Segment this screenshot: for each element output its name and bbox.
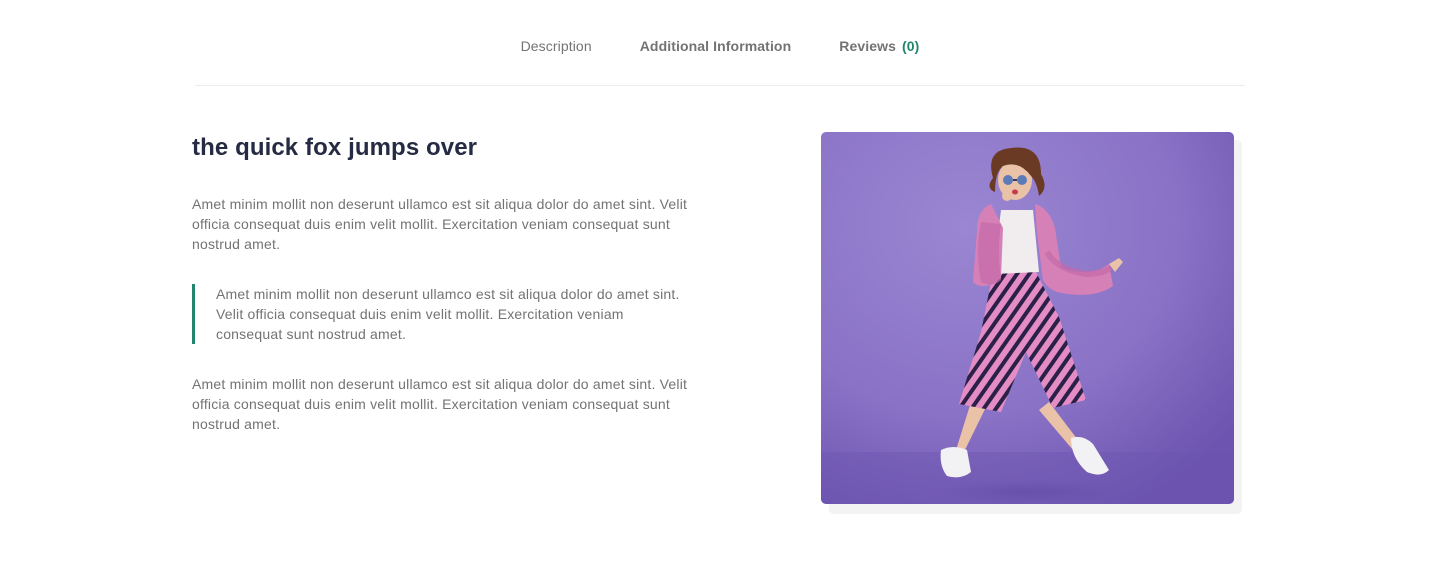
- description-paragraph-2: Amet minim mollit non deserunt ullamco e…: [192, 376, 688, 432]
- tab-additional-information-label: Additional Information: [639, 38, 792, 54]
- tabs-divider: [195, 85, 1245, 86]
- description-heading: the quick fox jumps over: [192, 134, 478, 161]
- product-image-container: [821, 132, 1242, 514]
- fashion-photo-icon: [821, 132, 1234, 504]
- description-paragraph-1: Amet minim mollit non deserunt ullamco e…: [192, 196, 688, 252]
- product-tabs: Description Additional Information Revie…: [0, 28, 1440, 64]
- tab-reviews-label: Reviews: [839, 38, 896, 54]
- tab-description-label: Description: [520, 38, 592, 54]
- reviews-count: (0): [901, 38, 920, 54]
- description-content: the quick fox jumps over Amet minim moll…: [192, 132, 712, 432]
- tab-additional-information[interactable]: Additional Information: [616, 29, 816, 63]
- tab-description[interactable]: Description: [497, 29, 616, 63]
- blockquote-text: Amet minim mollit non deserunt ullamco e…: [216, 286, 680, 342]
- description-blockquote: Amet minim mollit non deserunt ullamco e…: [192, 284, 692, 344]
- tab-reviews[interactable]: Reviews (0): [815, 29, 943, 63]
